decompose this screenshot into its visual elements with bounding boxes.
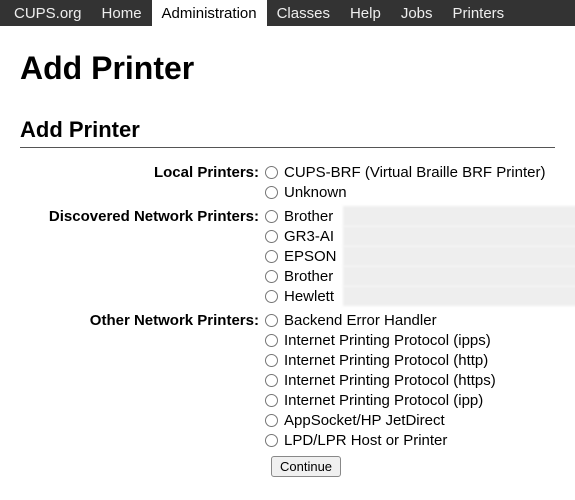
option-discovered-2[interactable]: EPSON bbox=[265, 246, 555, 266]
radio-local-1[interactable] bbox=[265, 186, 278, 199]
section-title: Add Printer bbox=[20, 117, 555, 143]
option-other-1[interactable]: Internet Printing Protocol (ipps) bbox=[265, 330, 555, 350]
nav-jobs[interactable]: Jobs bbox=[391, 0, 443, 26]
option-other-6[interactable]: LPD/LPR Host or Printer bbox=[265, 430, 555, 450]
label-discovered-printers: Discovered Network Printers: bbox=[20, 206, 265, 225]
radio-other-3[interactable] bbox=[265, 374, 278, 387]
radio-local-0[interactable] bbox=[265, 166, 278, 179]
option-label: Brother bbox=[284, 208, 333, 225]
option-label: EPSON bbox=[284, 248, 337, 265]
option-label: GR3-AI bbox=[284, 228, 334, 245]
option-discovered-0[interactable]: Brother bbox=[265, 206, 555, 226]
option-local-0[interactable]: CUPS-BRF (Virtual Braille BRF Printer) bbox=[265, 162, 555, 182]
radio-discovered-0[interactable] bbox=[265, 210, 278, 223]
redacted-region bbox=[343, 246, 575, 266]
redacted-region bbox=[343, 286, 575, 306]
radio-other-4[interactable] bbox=[265, 394, 278, 407]
radio-other-5[interactable] bbox=[265, 414, 278, 427]
option-other-2[interactable]: Internet Printing Protocol (http) bbox=[265, 350, 555, 370]
radio-discovered-2[interactable] bbox=[265, 250, 278, 263]
nav-help[interactable]: Help bbox=[340, 0, 391, 26]
option-other-5[interactable]: AppSocket/HP JetDirect bbox=[265, 410, 555, 430]
option-label: Unknown bbox=[284, 184, 347, 201]
option-label: Backend Error Handler bbox=[284, 312, 437, 329]
radio-discovered-3[interactable] bbox=[265, 270, 278, 283]
option-label: Hewlett bbox=[284, 288, 334, 305]
option-discovered-3[interactable]: Brother bbox=[265, 266, 555, 286]
option-label: LPD/LPR Host or Printer bbox=[284, 432, 447, 449]
options-discovered: Brother GR3-AI EPSON Brother Hewlett bbox=[265, 206, 555, 306]
navbar: CUPS.org Home Administration Classes Hel… bbox=[0, 0, 575, 26]
options-local: CUPS-BRF (Virtual Braille BRF Printer) U… bbox=[265, 162, 555, 202]
radio-discovered-4[interactable] bbox=[265, 290, 278, 303]
nav-administration[interactable]: Administration bbox=[152, 0, 267, 26]
option-label: AppSocket/HP JetDirect bbox=[284, 412, 445, 429]
label-other-printers: Other Network Printers: bbox=[20, 310, 265, 329]
page-title: Add Printer bbox=[20, 50, 555, 87]
options-other: Backend Error Handler Internet Printing … bbox=[265, 310, 555, 450]
label-local-printers: Local Printers: bbox=[20, 162, 265, 181]
option-discovered-1[interactable]: GR3-AI bbox=[265, 226, 555, 246]
radio-discovered-1[interactable] bbox=[265, 230, 278, 243]
radio-other-0[interactable] bbox=[265, 314, 278, 327]
option-label: Internet Printing Protocol (http) bbox=[284, 352, 488, 369]
redacted-region bbox=[343, 226, 575, 246]
radio-other-1[interactable] bbox=[265, 334, 278, 347]
option-label: Brother bbox=[284, 268, 333, 285]
option-label: Internet Printing Protocol (https) bbox=[284, 372, 496, 389]
option-local-1[interactable]: Unknown bbox=[265, 182, 555, 202]
option-discovered-4[interactable]: Hewlett bbox=[265, 286, 555, 306]
row-discovered-printers: Discovered Network Printers: Brother GR3… bbox=[20, 206, 555, 306]
option-other-0[interactable]: Backend Error Handler bbox=[265, 310, 555, 330]
nav-classes[interactable]: Classes bbox=[267, 0, 340, 26]
option-label: Internet Printing Protocol (ipp) bbox=[284, 392, 483, 409]
row-other-printers: Other Network Printers: Backend Error Ha… bbox=[20, 310, 555, 450]
divider bbox=[20, 147, 555, 148]
nav-home[interactable]: Home bbox=[92, 0, 152, 26]
radio-other-6[interactable] bbox=[265, 434, 278, 447]
option-other-4[interactable]: Internet Printing Protocol (ipp) bbox=[265, 390, 555, 410]
option-label: Internet Printing Protocol (ipps) bbox=[284, 332, 491, 349]
radio-other-2[interactable] bbox=[265, 354, 278, 367]
redacted-region bbox=[343, 206, 575, 226]
nav-cups-org[interactable]: CUPS.org bbox=[4, 0, 92, 26]
row-local-printers: Local Printers: CUPS-BRF (Virtual Braill… bbox=[20, 162, 555, 202]
nav-printers[interactable]: Printers bbox=[443, 0, 515, 26]
content: Add Printer Add Printer Local Printers: … bbox=[0, 26, 575, 487]
option-other-3[interactable]: Internet Printing Protocol (https) bbox=[265, 370, 555, 390]
option-label: CUPS-BRF (Virtual Braille BRF Printer) bbox=[284, 164, 545, 181]
continue-row: Continue bbox=[271, 456, 555, 477]
continue-button[interactable]: Continue bbox=[271, 456, 341, 477]
redacted-region bbox=[343, 266, 575, 286]
